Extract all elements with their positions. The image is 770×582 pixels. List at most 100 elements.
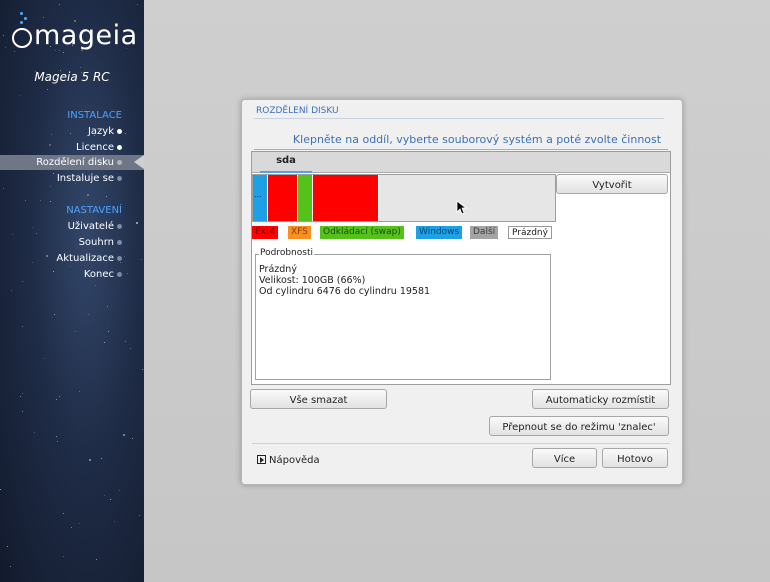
star-decoration [3,35,4,36]
star-decoration [40,200,41,201]
star-decoration [50,186,51,187]
nav-item-label: Souhrn [78,237,114,248]
star-decoration [137,4,138,5]
star-decoration [50,201,51,202]
logo: mageia [34,20,138,51]
star-decoration [79,391,80,392]
star-decoration [108,331,109,332]
star-decoration [79,523,80,524]
help-toggle[interactable]: Nápověda [257,454,320,466]
partition-ext4[interactable] [313,175,379,221]
sidebar: mageia Mageia 5 RC INSTALACE Jazyk Licen… [0,0,144,582]
partition-label: ... [254,190,262,199]
nav-item-partitioning: Rozdělení disku [0,155,144,170]
step-pending-icon [117,224,122,229]
partition-ext4[interactable] [268,175,298,221]
step-active-icon [117,160,122,165]
section-configuration: NASTAVENÍ [66,205,122,216]
star-decoration [56,399,57,400]
legend-item: Další [470,226,499,239]
star-decoration [130,348,131,349]
star-decoration [47,89,48,90]
star-decoration [5,47,6,48]
star-decoration [125,341,126,342]
star-decoration [3,188,4,189]
logo-ring-icon [12,28,32,48]
nav-item-label: Jazyk [87,126,114,137]
partition-windows[interactable]: ... [253,175,268,221]
details-line-size: Velikost: 100GB (66%) [259,275,366,286]
bottom-divider [252,443,670,444]
star-decoration [22,393,23,394]
mouse-pointer-icon [456,200,468,215]
details-line-type: Prázdný [259,264,297,275]
star-decoration [104,342,105,343]
expert-mode-button[interactable]: Přepnout se do režimu 'znalec' [489,416,669,436]
star-decoration [11,290,12,291]
details-box: Podrobnosti Prázdný Velikost: 100GB (66%… [255,248,551,380]
star-decoration [56,436,57,437]
disk-tabbar: sda [252,152,670,173]
legend-item: Odkládací (swap) [320,226,404,239]
star-decoration [54,314,55,315]
star-decoration [123,434,125,436]
legend-item: Windows [416,226,463,239]
nav-item-label: Instaluje se [56,173,114,184]
tab-sda[interactable]: sda [260,152,312,173]
star-decoration [19,95,20,96]
star-decoration [96,559,97,560]
title-divider [254,118,664,119]
star-decoration [101,458,102,459]
star-decoration [44,358,45,359]
step-pending-icon [117,240,122,245]
legend-item: Prázdný [508,226,552,239]
step-pending-icon [117,272,122,277]
partition-bar: ... [252,174,556,222]
star-decoration [0,489,1,490]
nav-item-updates: Aktualizace [0,251,144,266]
details-label: Podrobnosti [259,248,314,258]
section-title: ROZDĚLENÍ DISKU [256,106,339,116]
star-decoration [22,411,23,412]
star-decoration [22,326,23,327]
star-decoration [10,566,11,567]
done-button[interactable]: Hotovo [602,448,668,468]
star-decoration [110,499,111,500]
details-line-cylinders: Od cylindru 6476 do cylindru 19581 [259,286,431,297]
star-decoration [88,314,89,315]
create-button[interactable]: Vytvořit [556,174,668,194]
partitioning-dialog: ROZDĚLENÍ DISKU Klepněte na oddíl, vyber… [241,99,683,485]
nav-item-license: Licence [0,140,144,155]
help-label: Nápověda [269,455,320,466]
star-decoration [104,495,105,496]
auto-allocate-button[interactable]: Automaticky rozmístit [532,389,669,409]
nav-item-label: Licence [76,142,114,153]
star-decoration [142,369,143,370]
clear-all-button[interactable]: Vše smazat [250,389,387,409]
star-decoration [63,556,64,557]
step-pending-icon [117,256,122,261]
star-decoration [63,52,64,53]
star-decoration [59,396,60,397]
instruction-divider [254,149,668,150]
more-button[interactable]: Více [532,448,597,468]
partition-swap[interactable] [298,175,313,221]
star-decoration [57,441,58,442]
nav-item-label: Konec [83,269,114,280]
star-decoration [89,459,91,461]
nav-item-label: Rozdělení disku [36,157,114,168]
star-decoration [95,285,96,286]
step-done-icon [117,145,122,150]
nav-item-summary: Souhrn [0,235,144,250]
nav-item-finish: Konec [0,267,144,282]
section-installation: INSTALACE [67,110,122,121]
star-decoration [80,67,81,68]
nav-item-language: Jazyk [0,124,144,139]
nav-item-users: Uživatelé [0,219,144,234]
star-decoration [87,194,89,196]
star-decoration [106,196,107,197]
star-decoration [7,546,8,547]
details-text: Prázdný Velikost: 100GB (66%) Od cylindr… [259,264,430,297]
instruction-text: Klepněte na oddíl, vyberte souborový sys… [292,133,662,146]
step-pending-icon [117,176,122,181]
